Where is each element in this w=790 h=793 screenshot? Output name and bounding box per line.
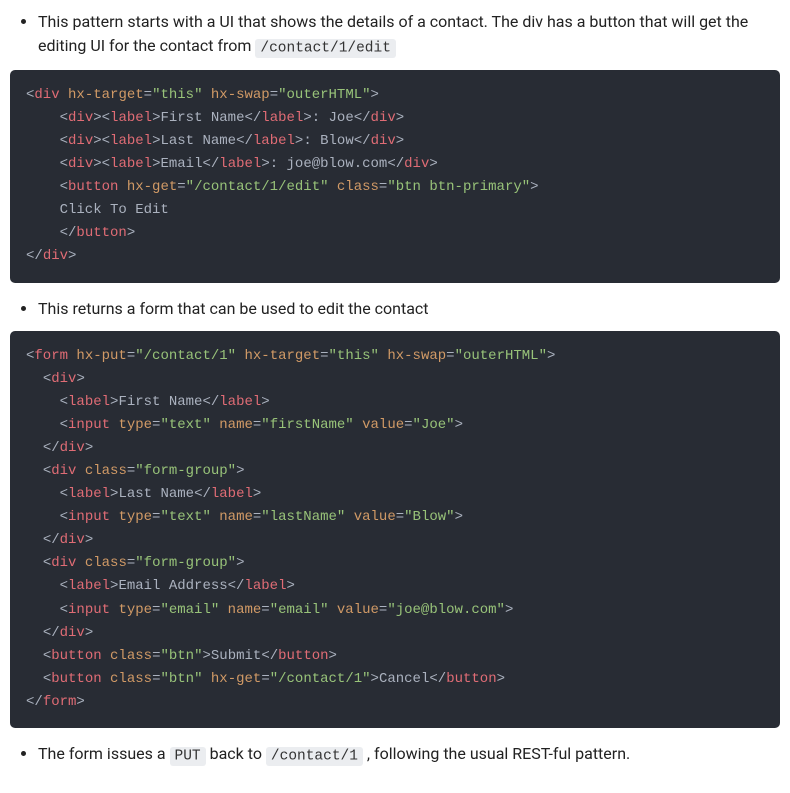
inline-code-contact-url: /contact/1	[266, 747, 363, 766]
inline-code-put: PUT	[170, 747, 206, 766]
bullet-final: The form issues a PUT back to /contact/1…	[38, 742, 780, 768]
bullet-final-text-c: , following the usual REST-ful pattern.	[367, 744, 630, 763]
inline-code-edit-url: /contact/1/edit	[255, 39, 396, 58]
bullet-list-1: This pattern starts with a UI that shows…	[10, 10, 780, 60]
bullet-list-3: The form issues a PUT back to /contact/1…	[10, 742, 780, 768]
bullet-final-text-a: The form issues a	[38, 744, 170, 763]
code-block-contact-view: <div hx-target="this" hx-swap="outerHTML…	[10, 70, 780, 283]
bullet-mid: This returns a form that can be used to …	[38, 297, 780, 321]
bullet-list-2: This returns a form that can be used to …	[10, 297, 780, 321]
bullet-intro: This pattern starts with a UI that shows…	[38, 10, 780, 60]
bullet-final-text-b: back to	[210, 744, 266, 763]
code-block-contact-form: <form hx-put="/contact/1" hx-target="thi…	[10, 331, 780, 729]
